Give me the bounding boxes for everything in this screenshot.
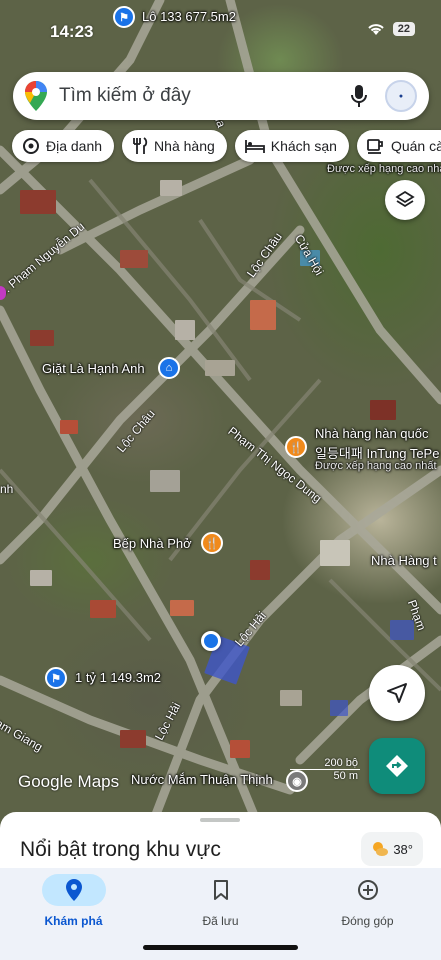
maps-pin-logo-icon xyxy=(25,81,47,111)
cafe-icon xyxy=(367,139,383,154)
highly-rated-top-label: Được xếp hạng cao nha xyxy=(327,163,441,175)
nav-pill xyxy=(189,874,253,906)
rooftop xyxy=(90,600,116,618)
google-maps-logo: Google Maps xyxy=(18,772,120,791)
search-input[interactable]: Tìm kiếm ở đây xyxy=(59,85,351,107)
kitchen-label[interactable]: Bếp Nhà Phở xyxy=(113,536,192,551)
chip-restaurants[interactable]: Nhà hàng xyxy=(122,130,227,162)
rooftop xyxy=(30,330,54,346)
highly-rated-label: Được xếp hạng cao nhất xyxy=(315,460,437,472)
layers-button[interactable] xyxy=(385,180,425,220)
chip-label: Quán cà xyxy=(390,138,441,154)
status-time: 14:23 xyxy=(50,22,94,41)
rooftop xyxy=(280,690,302,706)
nav-label: Đóng góp xyxy=(341,914,394,928)
chip-label: Khách sạn xyxy=(270,138,337,154)
nav-pill xyxy=(336,874,400,906)
rooftop xyxy=(150,470,180,492)
sheet-title: Nổi bật trong khu vực xyxy=(20,838,221,861)
rooftop xyxy=(30,570,52,586)
rooftop xyxy=(20,190,56,214)
chip-cafes[interactable]: Quán cà xyxy=(356,130,441,162)
restaurant-right-label[interactable]: Nhà Hàng t xyxy=(371,553,437,568)
road-label-left-edge: nh xyxy=(0,482,14,496)
chip-label: Nhà hàng xyxy=(154,138,215,154)
avatar[interactable]: ● xyxy=(385,80,417,112)
sheet-drag-handle[interactable] xyxy=(200,818,240,822)
weather-badge[interactable]: 38° xyxy=(361,832,423,866)
nav-contribute[interactable]: Đóng góp xyxy=(308,874,428,960)
add-circle-icon xyxy=(357,880,378,900)
rooftop xyxy=(250,560,270,580)
chip-label: Địa danh xyxy=(46,138,103,154)
scale-ft: 200 bộ xyxy=(290,757,360,770)
landmark-icon xyxy=(23,138,39,154)
listing-label-bottom[interactable]: 1 tỷ 1 149.3m2 xyxy=(75,670,161,685)
rooftop xyxy=(160,180,182,196)
nav-label: Khám phá xyxy=(44,914,103,928)
rooftop xyxy=(120,250,148,268)
search-bar[interactable]: Tìm kiếm ở đây ● xyxy=(13,72,429,120)
rooftop xyxy=(60,420,78,434)
rooftop xyxy=(330,700,348,716)
wifi-icon xyxy=(368,23,384,35)
rooftop xyxy=(120,730,146,748)
rooftop xyxy=(230,740,250,758)
restaurant-icon[interactable]: 🍴 xyxy=(201,532,223,554)
rooftop xyxy=(250,300,276,330)
nav-explore[interactable]: Khám phá xyxy=(14,874,134,960)
navigation-arrow-icon xyxy=(387,683,407,703)
chip-hotels[interactable]: Khách sạn xyxy=(234,130,349,162)
nav-pill xyxy=(41,874,106,906)
partly-cloudy-icon xyxy=(373,842,389,856)
map-scale: 200 bộ 50 m xyxy=(290,757,360,782)
directions-icon xyxy=(386,755,408,777)
chip-landmarks[interactable]: Địa danh xyxy=(12,130,115,162)
layers-icon xyxy=(395,190,415,208)
current-location-dot xyxy=(201,631,221,651)
hotel-icon xyxy=(244,140,265,153)
bottom-sheet[interactable]: Nổi bật trong khu vực 38° xyxy=(0,812,441,872)
rooftop xyxy=(390,620,414,640)
rooftop xyxy=(205,360,235,376)
my-location-button[interactable] xyxy=(369,665,425,721)
korean-restaurant-label[interactable]: Nhà hàng hàn quốc xyxy=(315,426,428,441)
rooftop xyxy=(370,400,396,420)
rooftop xyxy=(320,540,350,566)
shopping-bag-icon[interactable]: ⌂ xyxy=(158,357,180,379)
rooftop xyxy=(170,600,194,616)
directions-button[interactable] xyxy=(369,738,425,794)
bookmark-icon xyxy=(213,880,228,900)
restaurant-icon xyxy=(133,137,148,154)
listing-label-top[interactable]: Lô 133 677.5m2 xyxy=(142,9,236,24)
temperature: 38° xyxy=(393,841,413,857)
location-pin-icon xyxy=(65,879,82,901)
home-indicator xyxy=(143,945,298,950)
microphone-icon[interactable] xyxy=(351,84,367,108)
rooftop xyxy=(175,320,195,340)
nav-label: Đã lưu xyxy=(202,914,239,928)
restaurant-icon[interactable]: 🍴 xyxy=(285,436,307,458)
status-icons: 22 xyxy=(367,22,415,36)
listing-flag-icon[interactable]: ⚑ xyxy=(113,6,135,28)
scale-m: 50 m xyxy=(333,770,358,782)
fish-sauce-label[interactable]: Nước Mắm Thuận Thịnh xyxy=(131,772,273,787)
listing-flag-icon[interactable]: ⚑ xyxy=(45,667,67,689)
category-chips: Địa danh Nhà hàng Khách sạn Quán cà xyxy=(12,130,441,162)
laundry-label[interactable]: Giặt Là Hạnh Anh xyxy=(42,361,145,376)
battery-indicator: 22 xyxy=(392,22,415,36)
